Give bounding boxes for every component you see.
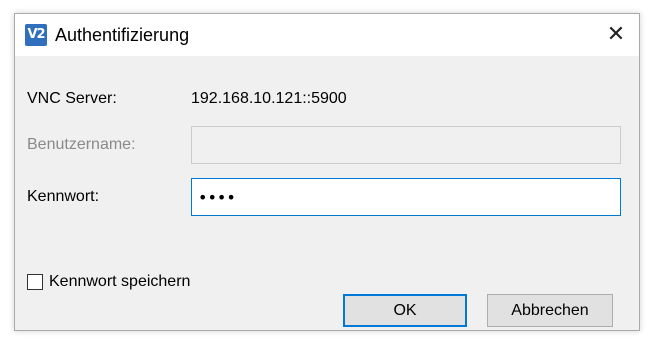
close-button[interactable]: ✕ <box>593 14 639 56</box>
vnc-server-label: VNC Server: <box>27 90 117 107</box>
remember-password-label: Kennwort speichern <box>49 273 191 290</box>
close-icon: ✕ <box>606 22 626 47</box>
username-field[interactable] <box>191 126 621 164</box>
dialog-content: VNC Server: 192.168.10.121::5900 Benutze… <box>15 56 639 332</box>
remember-password-checkbox-row[interactable]: Kennwort speichern <box>27 272 190 292</box>
vnc-server-value: 192.168.10.121::5900 <box>191 90 347 107</box>
title-bar: V2 Authentifizierung ✕ <box>15 14 639 56</box>
ok-button[interactable]: OK <box>343 294 467 327</box>
password-field[interactable] <box>191 178 621 216</box>
cancel-button[interactable]: Abbrechen <box>487 294 613 327</box>
remember-password-checkbox[interactable] <box>27 274 43 290</box>
dialog-title: Authentifizierung <box>55 25 190 45</box>
auth-dialog: V2 Authentifizierung ✕ VNC Server: 192.1… <box>14 13 640 331</box>
app-logo-icon: V2 <box>25 24 47 46</box>
username-label: Benutzername: <box>27 136 136 153</box>
password-label: Kennwort: <box>27 188 100 205</box>
